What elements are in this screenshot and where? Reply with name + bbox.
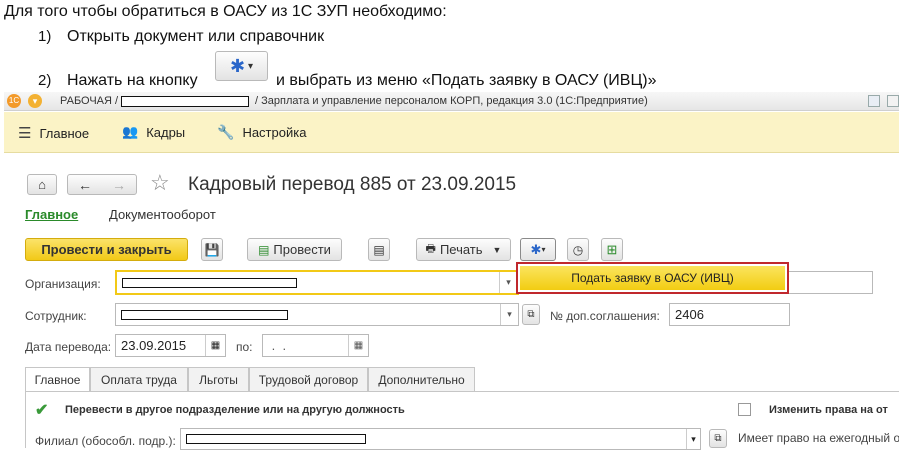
home-icon: ⌂ <box>38 177 46 192</box>
chevron-down-icon[interactable]: ▾ <box>686 429 700 449</box>
post-and-close-button[interactable]: Провести и закрыть <box>25 238 188 261</box>
redacted-branch <box>186 434 366 444</box>
tab-labor-contract[interactable]: Трудовой договор <box>249 367 368 391</box>
date-field[interactable]: 23.09.2015 ▦ <box>115 334 226 357</box>
clock-icon: ◷ <box>572 242 584 257</box>
employee-field[interactable]: ▾ <box>115 303 519 326</box>
post-button[interactable]: ▤ Провести <box>247 238 342 261</box>
step1-number: 1) <box>38 28 52 45</box>
open-link-icon: ⧉ <box>527 309 535 320</box>
wrench-icon: 🔧 <box>217 124 235 140</box>
open-link-icon: ⧉ <box>714 433 722 444</box>
clock-button[interactable]: ◷ <box>567 238 589 261</box>
branch-field[interactable]: ▾ <box>180 428 701 450</box>
chevron-down-icon: ▼ <box>492 244 502 255</box>
to-date-value: . . <box>268 338 294 353</box>
change-rights-label: Изменить права на от <box>769 404 888 416</box>
branch-label: Филиал (обособл. подр.): <box>35 434 176 448</box>
section-staff[interactable]: 👥 Кадры <box>122 124 185 140</box>
chevron-down-icon[interactable]: ▾ <box>500 304 518 325</box>
request-menu-button[interactable]: ✱ ▾ <box>520 238 556 261</box>
to-date-field[interactable]: . . ▦ <box>262 334 369 357</box>
redacted-base-name <box>121 96 249 107</box>
tab-benefits[interactable]: Льготы <box>188 367 249 391</box>
forward-arrow-icon[interactable]: → <box>112 177 126 193</box>
step1-text: Открыть документ или справочник <box>67 28 325 45</box>
section-main[interactable]: ☰ Главное <box>18 124 89 142</box>
tab-additional[interactable]: Дополнительно <box>368 367 475 391</box>
sections-panel: ☰ Главное 👥 Кадры 🔧 Настройка <box>4 112 899 153</box>
date-value: 23.09.2015 <box>121 338 187 353</box>
gear-plus-icon: ✱ <box>530 241 542 257</box>
chevron-down-icon: ▾ <box>248 60 254 72</box>
people-icon: 👥 <box>122 124 139 139</box>
agreement-label: № доп.соглашения: <box>550 309 660 323</box>
tab-main[interactable]: Главное <box>25 367 90 391</box>
calendar-icon[interactable]: ▦ <box>205 335 225 356</box>
window-titlebar: 1С ▾ РАБОЧАЯ / / Зарплата и управление п… <box>4 92 899 111</box>
submit-request-menu-item[interactable]: Подать заявку в ОАСУ (ИВЦ) <box>520 266 785 290</box>
post-button-label: Провести <box>273 242 331 257</box>
open-branch-button[interactable]: ⧉ <box>709 429 727 448</box>
change-rights-checkbox[interactable] <box>738 403 751 416</box>
history-nav: ← → <box>67 174 137 195</box>
favorite-star-icon[interactable]: ☆ <box>150 170 170 196</box>
redacted-employee <box>121 309 288 320</box>
date-label: Дата перевода: <box>25 340 112 354</box>
step2-text-b: и выбрать из меню «Подать заявку в ОАСУ … <box>276 72 657 89</box>
menu-circle-icon[interactable]: ▾ <box>28 94 42 108</box>
document-title: Кадровый перевод 885 от 23.09.2015 <box>188 174 517 195</box>
checkmark-icon[interactable]: ✔ <box>35 400 48 420</box>
1c-logo-icon: 1С <box>7 94 21 108</box>
step2-number: 2) <box>38 72 52 89</box>
redacted-org <box>122 277 297 288</box>
vacation-right-label: Имеет право на ежегодный о <box>738 431 899 445</box>
org-field[interactable]: ▾ <box>115 270 519 295</box>
section-settings-label: Настройка <box>242 125 307 140</box>
to-label: по: <box>236 340 253 354</box>
request-popup-menu: Подать заявку в ОАСУ (ИВЦ) <box>516 262 789 294</box>
window-title-suffix: / Зарплата и управление персоналом КОРП,… <box>255 95 648 107</box>
chevron-down-icon: ▾ <box>541 245 546 254</box>
inline-request-button-image: ✱ ▾ <box>215 51 268 81</box>
nav-main-link[interactable]: Главное <box>25 207 78 222</box>
section-main-label: Главное <box>39 125 90 141</box>
open-employee-button[interactable]: ⧉ <box>522 304 540 325</box>
calendar-icon[interactable]: ▦ <box>348 335 368 356</box>
print-button[interactable]: 🖶 Печать ▼ <box>416 238 511 261</box>
window-control-icon[interactable] <box>887 95 899 107</box>
gear-plus-icon: ✱ <box>229 55 246 76</box>
transfer-checkbox-label: Перевести в другое подразделение или на … <box>65 404 405 416</box>
org-label: Организация: <box>25 277 101 291</box>
step2-text-a: Нажать на кнопку <box>67 72 198 89</box>
section-settings[interactable]: 🔧 Настройка <box>217 124 306 141</box>
hamburger-icon: ☰ <box>18 125 32 142</box>
save-button[interactable]: 💾 <box>201 238 223 261</box>
section-staff-label: Кадры <box>146 124 186 140</box>
window-title-prefix: РАБОЧАЯ / <box>60 95 119 107</box>
printer-icon: 🖶 <box>425 243 436 255</box>
print-button-label: Печать <box>439 242 483 257</box>
save-window-icon[interactable] <box>868 95 880 107</box>
structure-button[interactable]: ▤ <box>368 238 390 261</box>
post-doc-icon: ▤ <box>258 242 270 257</box>
list-doc-icon: ▤ <box>373 242 385 257</box>
instruction-intro: Для того чтобы обратиться в ОАСУ из 1С З… <box>4 3 447 20</box>
back-arrow-icon[interactable]: ← <box>78 177 92 193</box>
agreement-field[interactable]: 2406 <box>669 303 790 326</box>
tab-payment[interactable]: Оплата труда <box>90 367 188 391</box>
employee-label: Сотрудник: <box>25 309 87 323</box>
floppy-icon: 💾 <box>204 242 220 257</box>
add-square-icon: ⊞ <box>606 241 618 257</box>
nav-docflow-link[interactable]: Документооборот <box>109 207 216 222</box>
chevron-down-icon[interactable]: ▾ <box>499 272 517 293</box>
home-button[interactable]: ⌂ <box>27 174 57 195</box>
add-attachment-button[interactable]: ⊞ <box>601 238 623 261</box>
